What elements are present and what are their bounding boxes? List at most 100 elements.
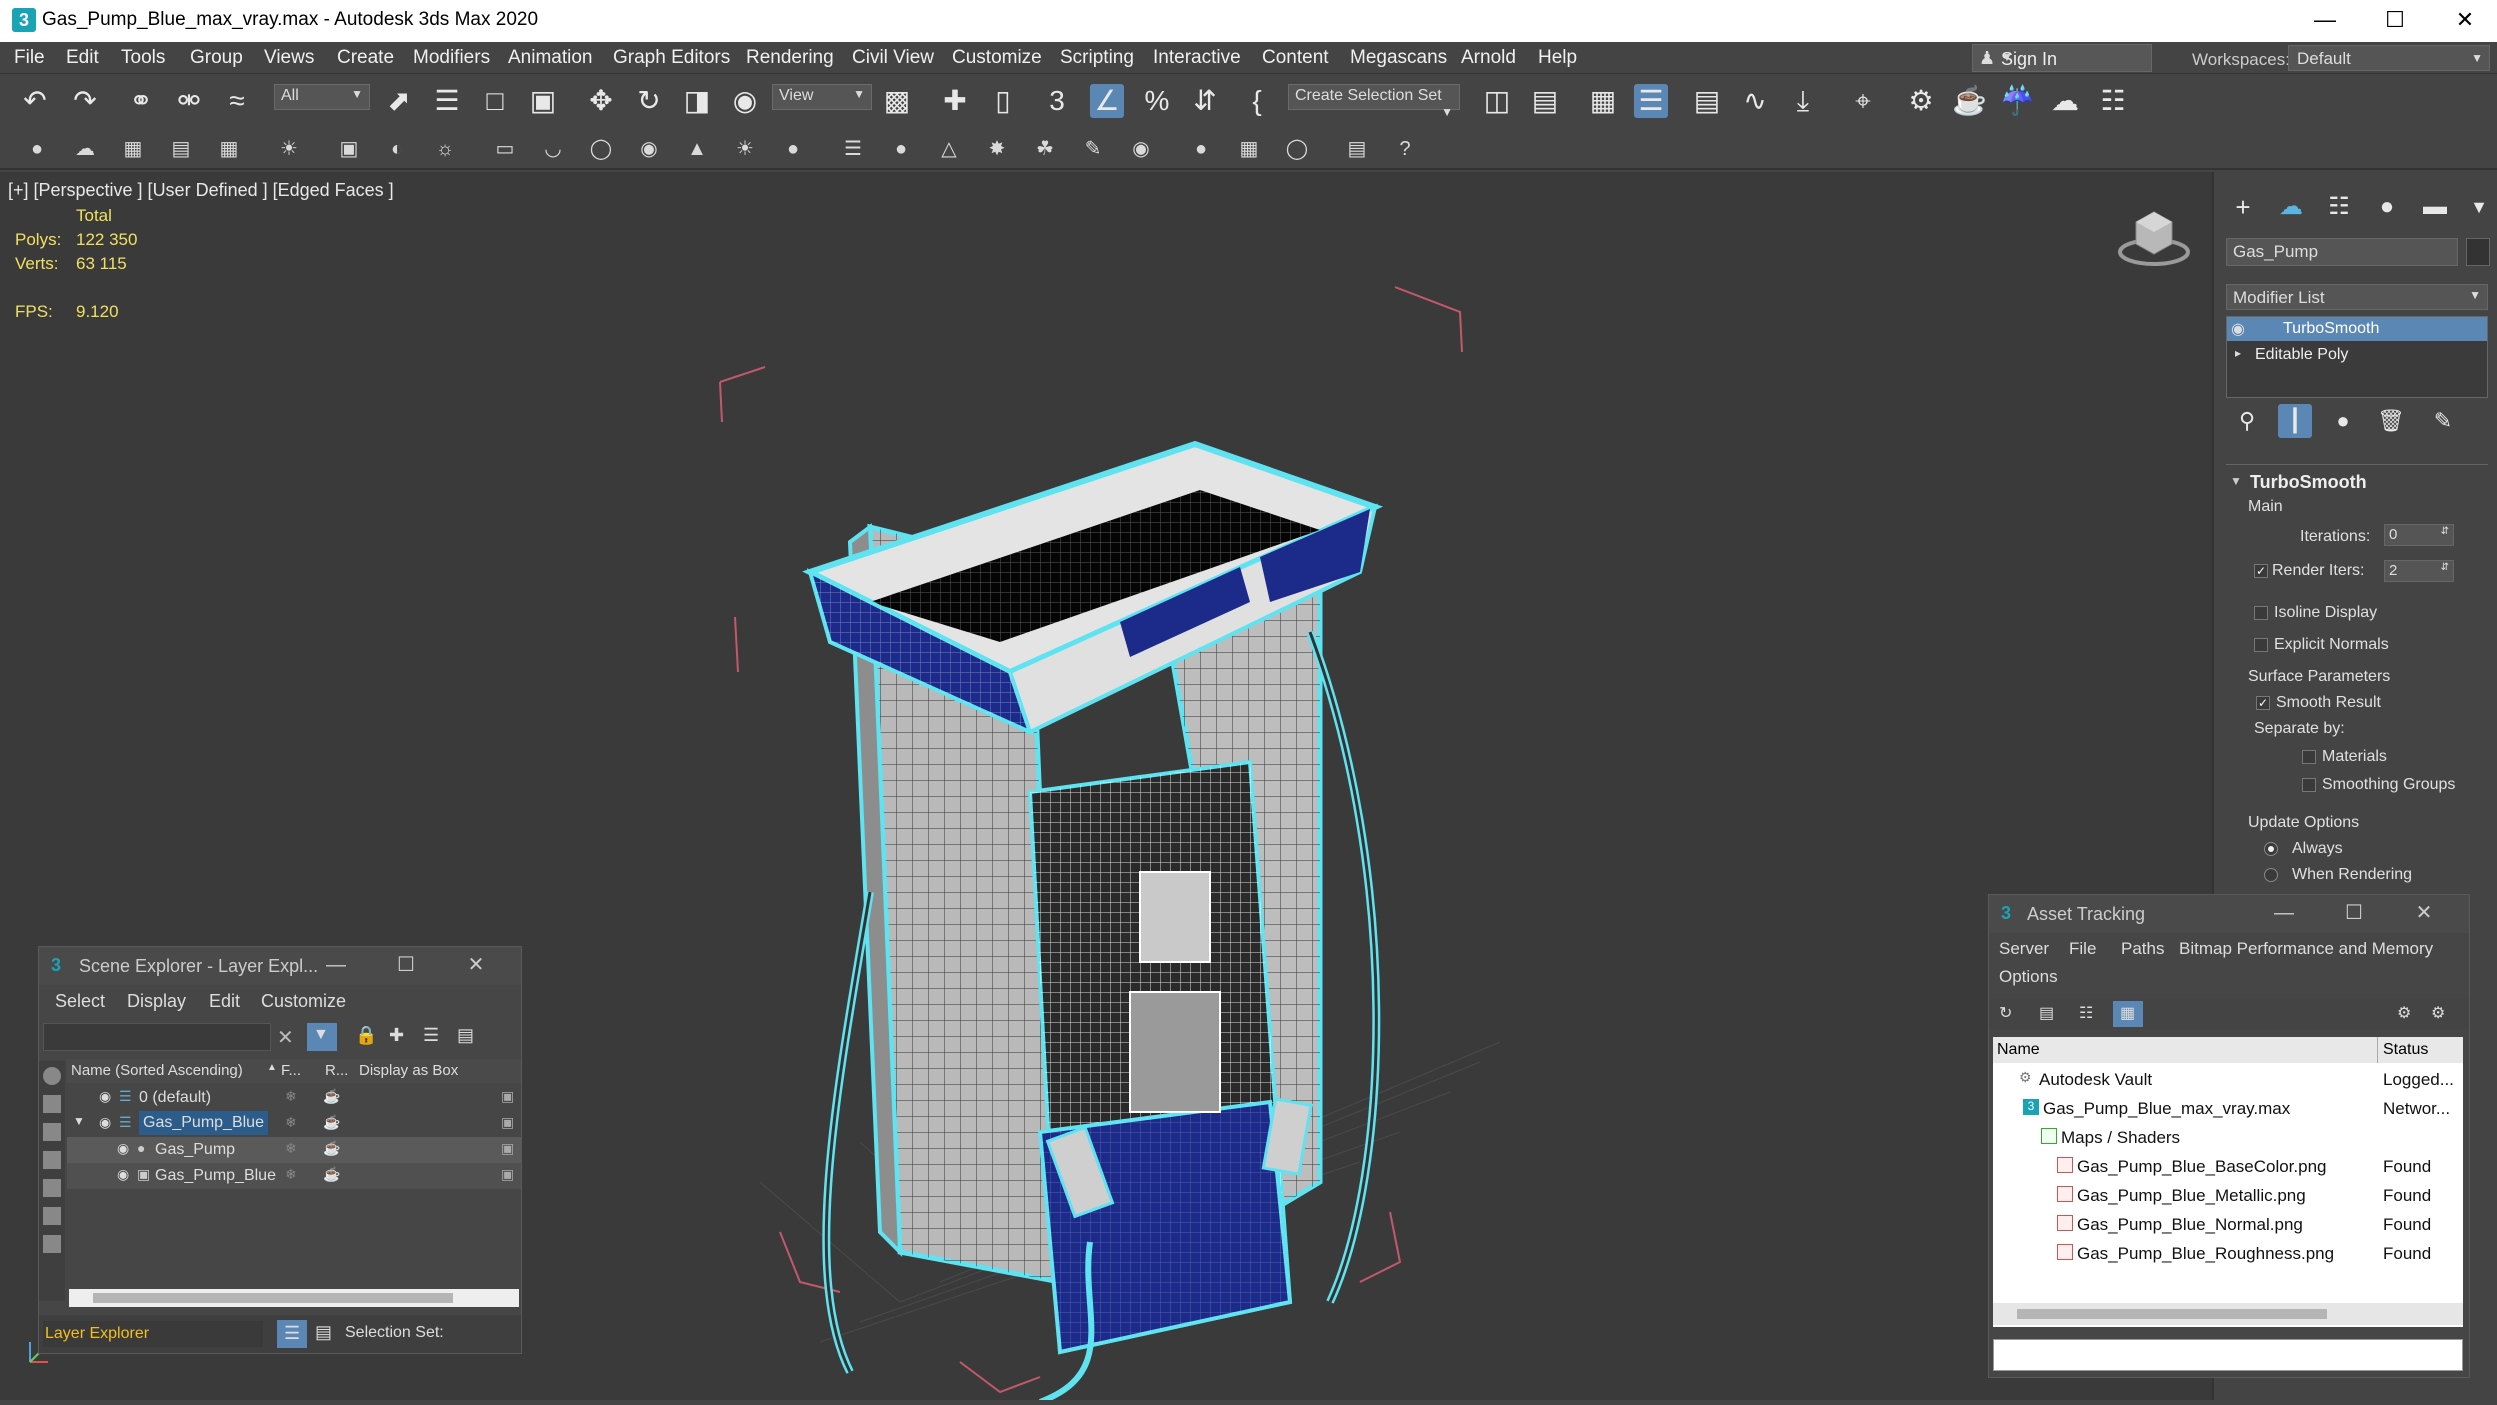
eye-icon[interactable]: ◉ — [2231, 319, 2245, 339]
menu-megascans[interactable]: Megascans — [1350, 47, 1447, 69]
asset-row[interactable]: 3 Gas_Pump_Blue_max_vray.max Networ... — [1993, 1094, 2463, 1123]
create-tab-icon[interactable]: + — [2226, 190, 2260, 224]
turbosmooth-rollout-title[interactable]: TurboSmooth — [2250, 472, 2367, 493]
box-icon[interactable]: ▣ — [501, 1088, 514, 1105]
export-icon[interactable]: ▤ — [1344, 136, 1370, 162]
menu-select[interactable]: Select — [55, 991, 105, 1012]
window-crossing-icon[interactable]: ▣ — [526, 84, 560, 118]
ies-icon[interactable]: ◉ — [636, 136, 662, 162]
menu-scripting[interactable]: Scripting — [1060, 47, 1134, 69]
maximize-button[interactable]: ☐ — [2339, 899, 2369, 929]
layers-icon[interactable]: ▤ — [168, 136, 194, 162]
filter-icon[interactable]: ▼ — [307, 1023, 337, 1051]
menu-civil-view[interactable]: Civil View — [852, 47, 934, 69]
menu-edit[interactable]: Edit — [66, 47, 99, 69]
clear-search-icon[interactable]: ✕ — [277, 1025, 294, 1050]
render-teapot-icon[interactable]: ☕ — [323, 1140, 340, 1157]
layer-toggle-icon[interactable]: ☰ — [277, 1320, 307, 1348]
column-render[interactable]: R... — [325, 1062, 348, 1079]
helpers-filter-icon[interactable] — [43, 1179, 61, 1197]
sphere-icon[interactable]: ◯ — [588, 136, 614, 162]
collapse-arrow-icon[interactable]: ▼ — [73, 1114, 85, 1128]
list-view-icon[interactable]: ▤ — [2039, 1003, 2054, 1023]
menu-content[interactable]: Content — [1262, 47, 1329, 69]
show-end-result-icon[interactable]: ┃ — [2278, 404, 2312, 438]
menu-tools[interactable]: Tools — [121, 47, 165, 69]
close-button[interactable]: ✕ — [461, 951, 491, 981]
cameras-filter-icon[interactable] — [43, 1151, 61, 1169]
object-row[interactable]: ◉ ● Gas_Pump ❄ ☕ ▣ — [67, 1137, 521, 1163]
menu-group[interactable]: Group — [190, 47, 243, 69]
lock-icon[interactable]: 🔒 — [355, 1025, 377, 1046]
box-icon[interactable]: ▣ — [501, 1166, 514, 1183]
workspaces-dropdown[interactable]: Default ▼ — [2288, 45, 2490, 71]
named-selection-set-dropdown[interactable]: Create Selection Set ▼ — [1288, 84, 1460, 119]
close-button[interactable]: ✕ — [2430, 0, 2497, 42]
spinner-arrows-icon[interactable]: ⇵ — [2441, 562, 2449, 573]
display-tab-icon[interactable]: ▬ — [2418, 190, 2452, 224]
render-iters-checkbox[interactable]: ✓ — [2254, 564, 2268, 578]
scene-explorer-titlebar[interactable]: 3 Scene Explorer - Layer Expl... — ☐ ✕ — [39, 947, 521, 985]
menu-graph-editors[interactable]: Graph Editors — [613, 47, 730, 69]
plant-icon[interactable]: ☘ — [1032, 136, 1058, 162]
spacewarps-filter-icon[interactable] — [43, 1207, 61, 1225]
menu-views[interactable]: Views — [264, 47, 314, 69]
scrollbar-thumb[interactable] — [93, 1293, 453, 1303]
groups-filter-icon[interactable] — [43, 1235, 61, 1253]
remove-modifier-icon[interactable]: 🗑 — [2374, 404, 2408, 438]
spinner-arrows-icon[interactable]: ⇵ — [2441, 526, 2449, 537]
menu-bitmap-performance[interactable]: Bitmap Performance and Memory — [2179, 939, 2433, 959]
rectangular-selection-icon[interactable]: □ — [478, 84, 512, 118]
asset-row[interactable]: Gas_Pump_Blue_BaseColor.png Found — [1993, 1152, 2463, 1181]
physical-camera-icon[interactable]: ◐ — [384, 136, 410, 162]
freeze-icon[interactable]: ❄ — [285, 1088, 297, 1105]
minimize-button[interactable]: — — [2290, 0, 2360, 42]
close-button[interactable]: ✕ — [2409, 899, 2439, 929]
menu-customize[interactable]: Customize — [261, 991, 346, 1012]
render-iters-spinner[interactable]: 2 ⇵ — [2384, 560, 2454, 582]
place-icon[interactable]: ◉ — [728, 84, 762, 118]
menu-file[interactable]: File — [2069, 939, 2096, 959]
teapot-icon[interactable]: ● — [24, 136, 50, 162]
proxy-icon[interactable]: ● — [888, 136, 914, 162]
pivot-center-icon[interactable]: ▩ — [880, 84, 914, 118]
angle-snap-icon[interactable]: ∠ — [1090, 84, 1124, 118]
dome-icon[interactable]: ◡ — [540, 136, 566, 162]
table-view-icon[interactable]: ▦ — [2113, 1001, 2143, 1027]
modifier-list-dropdown[interactable]: Modifier List ▼ — [2226, 284, 2488, 310]
menu-arnold[interactable]: Arnold — [1461, 47, 1516, 69]
ambient-light-icon[interactable]: ● — [780, 136, 806, 162]
render-teapot-icon[interactable]: ☕ — [323, 1088, 340, 1105]
menu-paths[interactable]: Paths — [2121, 939, 2164, 959]
isoline-display-checkbox[interactable] — [2254, 606, 2268, 620]
menu-edit[interactable]: Edit — [209, 991, 240, 1012]
menu-rendering[interactable]: Rendering — [746, 47, 834, 69]
modify-tab-icon[interactable]: ☁ — [2274, 190, 2308, 224]
pin-stack-icon[interactable]: ⚲ — [2230, 404, 2264, 438]
scale-icon[interactable]: ◨ — [680, 84, 714, 118]
align-icon[interactable]: ▤ — [1528, 84, 1562, 118]
explorer-mode-dropdown[interactable]: Layer Explorer — [43, 1321, 263, 1347]
maximize-button[interactable]: ☐ — [391, 951, 421, 981]
unlink-icon[interactable]: ⚮ — [172, 84, 206, 118]
minimize-button[interactable]: — — [2269, 899, 2299, 929]
expand-arrow-icon[interactable]: ▸ — [2235, 346, 2241, 360]
snaps-toggle-icon[interactable]: 3 — [1040, 84, 1074, 118]
column-display-as-box[interactable]: Display as Box — [359, 1062, 458, 1079]
visibility-eye-icon[interactable]: ◉ — [117, 1166, 129, 1183]
column-status[interactable]: Status — [2383, 1041, 2428, 1059]
box-icon[interactable]: ▣ — [501, 1114, 514, 1131]
column-name[interactable]: Name (Sorted Ascending) — [71, 1062, 243, 1079]
sun-light-icon[interactable]: ☀ — [732, 136, 758, 162]
render-production-icon[interactable]: ☔ — [2000, 84, 2035, 118]
smooth-result-checkbox[interactable]: ✓ — [2256, 696, 2270, 710]
asset-row[interactable]: Gas_Pump_Blue_Normal.png Found — [1993, 1210, 2463, 1239]
geometry-filter-icon[interactable] — [43, 1067, 61, 1085]
make-unique-icon[interactable]: ● — [2326, 404, 2360, 438]
when-rendering-radio[interactable] — [2264, 868, 2278, 882]
link-icon[interactable]: ⚭ — [124, 84, 158, 118]
search-input[interactable] — [43, 1023, 271, 1051]
clipper-icon[interactable]: ✸ — [984, 136, 1010, 162]
rotate-icon[interactable]: ↻ — [632, 84, 666, 118]
menu-interactive[interactable]: Interactive — [1153, 47, 1241, 69]
